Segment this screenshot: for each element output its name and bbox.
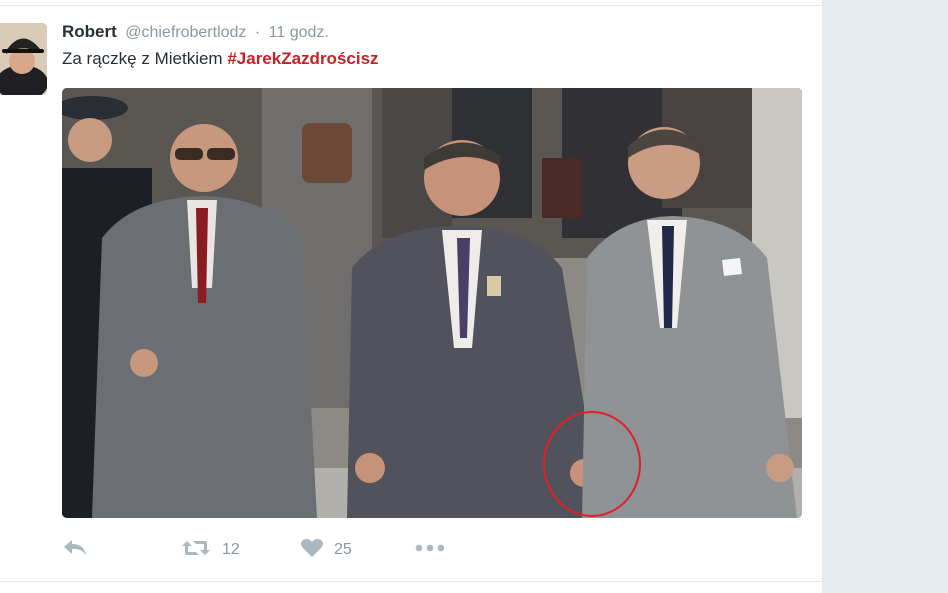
reply-button[interactable] [62,535,88,565]
tweet-header: Robert @chiefrobertlodz · 11 godz. [62,22,329,42]
avatar[interactable] [0,23,47,95]
more-dots-icon [414,541,446,559]
photo-illustration [62,88,802,518]
retweet-icon [180,538,212,563]
tweet-actions: 12 25 [62,535,502,565]
like-button[interactable]: 25 [300,535,352,565]
retweet-button[interactable]: 12 [180,535,240,565]
divider [0,581,822,582]
retweet-count: 12 [222,541,240,558]
reply-icon [62,538,88,563]
divider [0,5,822,6]
tweet-photo[interactable] [62,88,802,518]
like-count: 25 [334,541,352,558]
separator-dot: · [254,24,261,41]
tweet-card: Robert @chiefrobertlodz · 11 godz. Za rą… [0,0,823,593]
tweet-timestamp[interactable]: 11 godz. [269,24,329,41]
author-name[interactable]: Robert [62,22,117,41]
tweet-text: Za rączkę z Mietkiem #JarekZazdrościsz [62,49,379,69]
tweet-body: Za rączkę z Mietkiem [62,49,223,68]
hashtag-link[interactable]: #JarekZazdrościsz [227,49,378,68]
heart-icon [300,538,324,563]
more-button[interactable] [414,535,446,565]
author-handle[interactable]: @chiefrobertlodz [125,24,246,41]
